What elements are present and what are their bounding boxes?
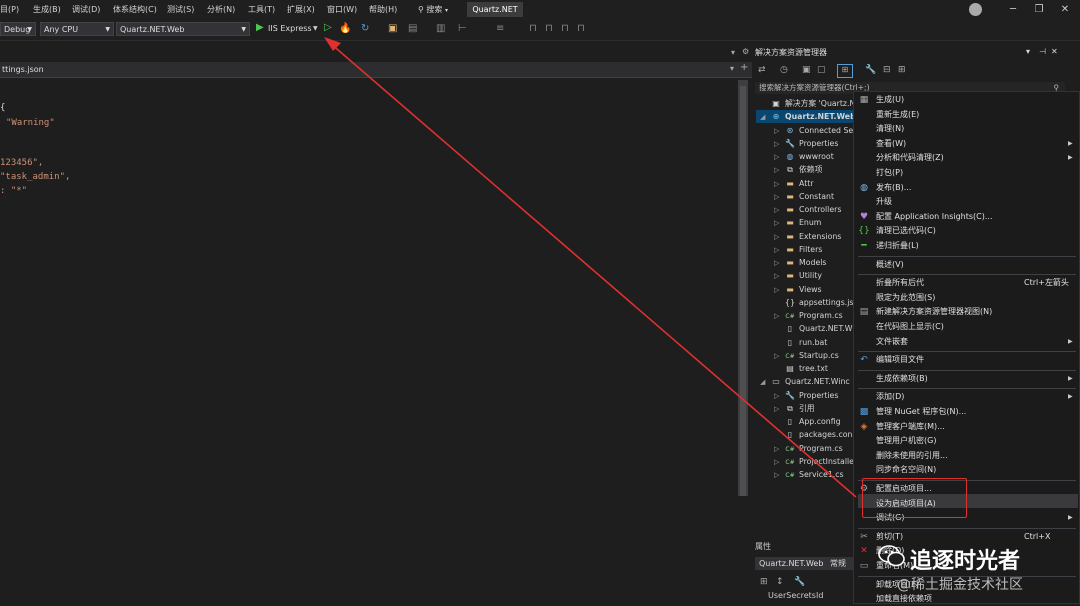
wechat-logo-icon [878, 545, 905, 567]
annotation-arrow [324, 37, 857, 498]
watermark-author: 追逐时光者 [910, 549, 1021, 574]
watermark-site: @稀土掘金技术社区 [897, 577, 1023, 593]
